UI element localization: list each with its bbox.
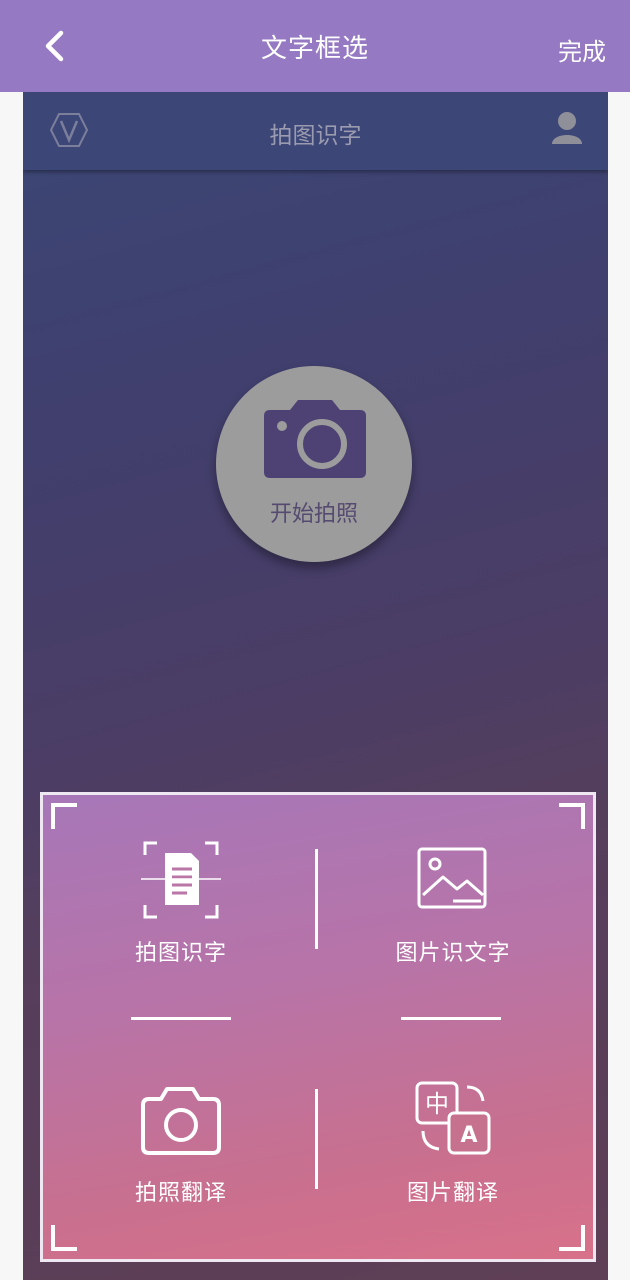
- feature-label: 拍照翻译: [134, 1181, 227, 1206]
- corner-handle-top-right[interactable]: [559, 803, 585, 829]
- feature-label: 图片识文字: [395, 941, 511, 966]
- corner-handle-top-left[interactable]: [51, 803, 77, 829]
- divider-vertical-bottom: [315, 1089, 318, 1189]
- preview-title: 拍图识字: [269, 123, 362, 149]
- feature-selection-box[interactable]: 拍图识字 图片识文字 拍照翻译 中 A 图片翻译: [40, 792, 596, 1262]
- feature-image-translate[interactable]: 中 A 图片翻译: [353, 1079, 553, 1239]
- corner-handle-bottom-right[interactable]: [559, 1225, 585, 1251]
- svg-text:A: A: [460, 1123, 477, 1148]
- page-title: 文字框选: [260, 34, 369, 64]
- feature-label: 拍图识字: [134, 941, 227, 966]
- image-icon: [417, 847, 487, 909]
- divider-horizontal-left: [131, 1017, 231, 1020]
- start-camera-button[interactable]: 开始拍照: [216, 366, 412, 562]
- user-icon: [552, 112, 582, 144]
- feature-photo-translate[interactable]: 拍照翻译: [81, 1079, 281, 1239]
- start-camera-label: 开始拍照: [269, 502, 358, 527]
- preview-header: 拍图识字: [23, 92, 608, 170]
- app-bar: 文字框选 完成: [0, 0, 630, 92]
- done-button[interactable]: 完成: [558, 32, 606, 67]
- feature-photo-ocr[interactable]: 拍图识字: [81, 839, 281, 999]
- camera-icon: [264, 400, 366, 478]
- translate-icon: 中 A: [415, 1081, 491, 1155]
- camera-icon: [141, 1087, 221, 1155]
- feature-label: 图片翻译: [406, 1181, 499, 1206]
- corner-handle-bottom-left[interactable]: [51, 1225, 77, 1251]
- document-scan-icon: [141, 841, 221, 919]
- feature-image-ocr[interactable]: 图片识文字: [353, 839, 553, 999]
- divider-horizontal-right: [401, 1017, 501, 1020]
- divider-vertical-top: [315, 849, 318, 949]
- svg-text:中: 中: [425, 1090, 449, 1118]
